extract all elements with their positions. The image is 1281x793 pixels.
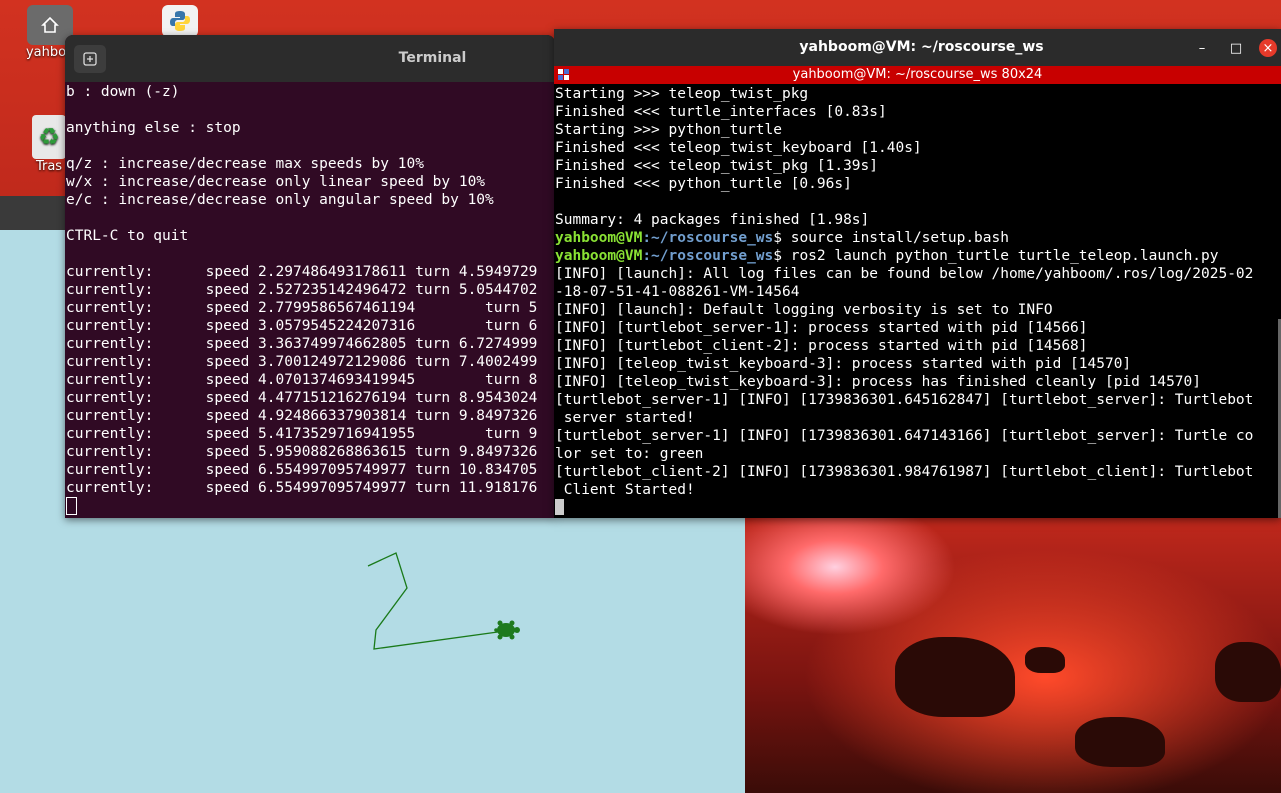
minimize-button[interactable]: – (1193, 39, 1211, 57)
terminal-line: currently: speed 5.4173529716941955 turn… (66, 426, 538, 442)
terminal-line: Finished <<< teleop_twist_pkg [1.39s] (555, 158, 879, 174)
prompt-user: yahboom@VM (555, 248, 643, 264)
terminal-cursor (66, 497, 77, 515)
terminal-left-output[interactable]: b : down (-z) anything else : stop q/z :… (66, 83, 555, 518)
wallpaper-visible-area (745, 517, 1281, 793)
terminal-line: currently: speed 2.527235142496472 turn … (66, 282, 538, 298)
terminal-right-titlebar[interactable]: yahboom@VM: ~/roscourse_ws – □ × (554, 29, 1281, 66)
terminal-tab-titlebar[interactable]: yahboom@VM: ~/roscourse_ws 80x24 (554, 66, 1281, 84)
python-icon (162, 5, 198, 37)
prompt-user: yahboom@VM (555, 230, 643, 246)
terminal-line: currently: speed 4.0701374693419945 turn… (66, 372, 538, 388)
terminal-line: currently: speed 4.477151216276194 turn … (66, 390, 538, 406)
turtle-sprite (494, 620, 520, 640)
terminal-line: currently: speed 3.0579545224207316 turn… (66, 318, 538, 334)
python-desktop-icon[interactable] (145, 5, 215, 37)
terminal-line: currently: speed 2.297486493178611 turn … (66, 264, 538, 280)
terminal-line: lor set to: green (555, 446, 704, 462)
terminal-tab-title: yahboom@VM: ~/roscourse_ws 80x24 (792, 67, 1043, 82)
terminal-line: -18-07-51-41-088261-VM-14564 (555, 284, 800, 300)
terminal-line: q/z : increase/decrease max speeds by 10… (66, 156, 424, 172)
terminal-line: Starting >>> python_turtle (555, 122, 782, 138)
terminal-prompt-line: yahboom@VM:~/roscourse_ws$ source instal… (555, 229, 1280, 247)
terminal-line: currently: speed 6.554997095749977 turn … (66, 462, 538, 478)
terminal-cursor (555, 499, 564, 515)
terminal-line: currently: speed 6.554997095749977 turn … (66, 480, 538, 496)
terminator-grid-icon (558, 69, 569, 80)
terminal-right-output[interactable]: Starting >>> teleop_twist_pkg Finished <<… (555, 85, 1280, 518)
terminal-left-title: Terminal (398, 50, 467, 66)
terminal-line: Starting >>> teleop_twist_pkg (555, 86, 809, 102)
terminal-line: w/x : increase/decrease only linear spee… (66, 174, 486, 190)
terminal-line: currently: speed 4.924866337903814 turn … (66, 408, 538, 424)
terminal-line: [INFO] [launch]: All log files can be fo… (555, 266, 1254, 282)
terminal-line: Summary: 4 packages finished [1.98s] (555, 212, 870, 228)
prompt-command: $ ros2 launch python_turtle turtle_teleo… (773, 248, 1219, 264)
trash-icon: ♻ (32, 115, 66, 159)
prompt-path: :~/roscourse_ws (642, 230, 774, 246)
turtle-path (367, 552, 506, 650)
maximize-button[interactable]: □ (1227, 39, 1245, 57)
terminal-line: currently: speed 3.700124972129086 turn … (66, 354, 538, 370)
terminal-line: CTRL-C to quit (66, 228, 189, 244)
terminal-line: Finished <<< teleop_twist_keyboard [1.40… (555, 140, 922, 156)
terminal-line: [INFO] [launch]: Default logging verbosi… (555, 302, 1053, 318)
terminal-line: Finished <<< turtle_interfaces [0.83s] (555, 104, 887, 120)
terminal-line: [INFO] [turtlebot_client-2]: process sta… (555, 338, 1088, 354)
terminal-right-title: yahboom@VM: ~/roscourse_ws (799, 39, 1044, 55)
prompt-command: $ source install/setup.bash (773, 230, 1009, 246)
terminal-line: [turtlebot_server-1] [INFO] [1739836301.… (555, 392, 1254, 408)
terminal-left-titlebar[interactable]: Terminal (65, 35, 555, 82)
terminal-line: currently: speed 5.959088268863615 turn … (66, 444, 538, 460)
terminal-line: [turtlebot_server-1] [INFO] [1739836301.… (555, 428, 1254, 444)
terminal-line: currently: speed 2.7799586567461194 turn… (66, 300, 538, 316)
terminal-line: anything else : stop (66, 120, 241, 136)
terminal-line: Finished <<< python_turtle [0.96s] (555, 176, 852, 192)
terminal-line: [INFO] [teleop_twist_keyboard-3]: proces… (555, 356, 1132, 372)
terminal-prompt-line: yahboom@VM:~/roscourse_ws$ ros2 launch p… (555, 247, 1280, 265)
terminal-line: [INFO] [teleop_twist_keyboard-3]: proces… (555, 374, 1202, 390)
terminal-line: e/c : increase/decrease only angular spe… (66, 192, 494, 208)
terminal-line: server started! (555, 410, 695, 426)
close-button[interactable]: × (1259, 39, 1277, 57)
terminal-line: [INFO] [turtlebot_server-1]: process sta… (555, 320, 1088, 336)
terminal-window-left[interactable]: Terminal b : down (-z) anything else : s… (65, 35, 555, 518)
terminal-line: Client Started! (555, 482, 695, 498)
terminal-window-right[interactable]: yahboom@VM: ~/roscourse_ws – □ × yahboom… (554, 29, 1281, 518)
terminal-line: b : down (-z) (66, 84, 180, 100)
terminal-line: [turtlebot_client-2] [INFO] [1739836301.… (555, 464, 1254, 480)
prompt-path: :~/roscourse_ws (642, 248, 774, 264)
terminal-line: currently: speed 3.363749974662805 turn … (66, 336, 538, 352)
